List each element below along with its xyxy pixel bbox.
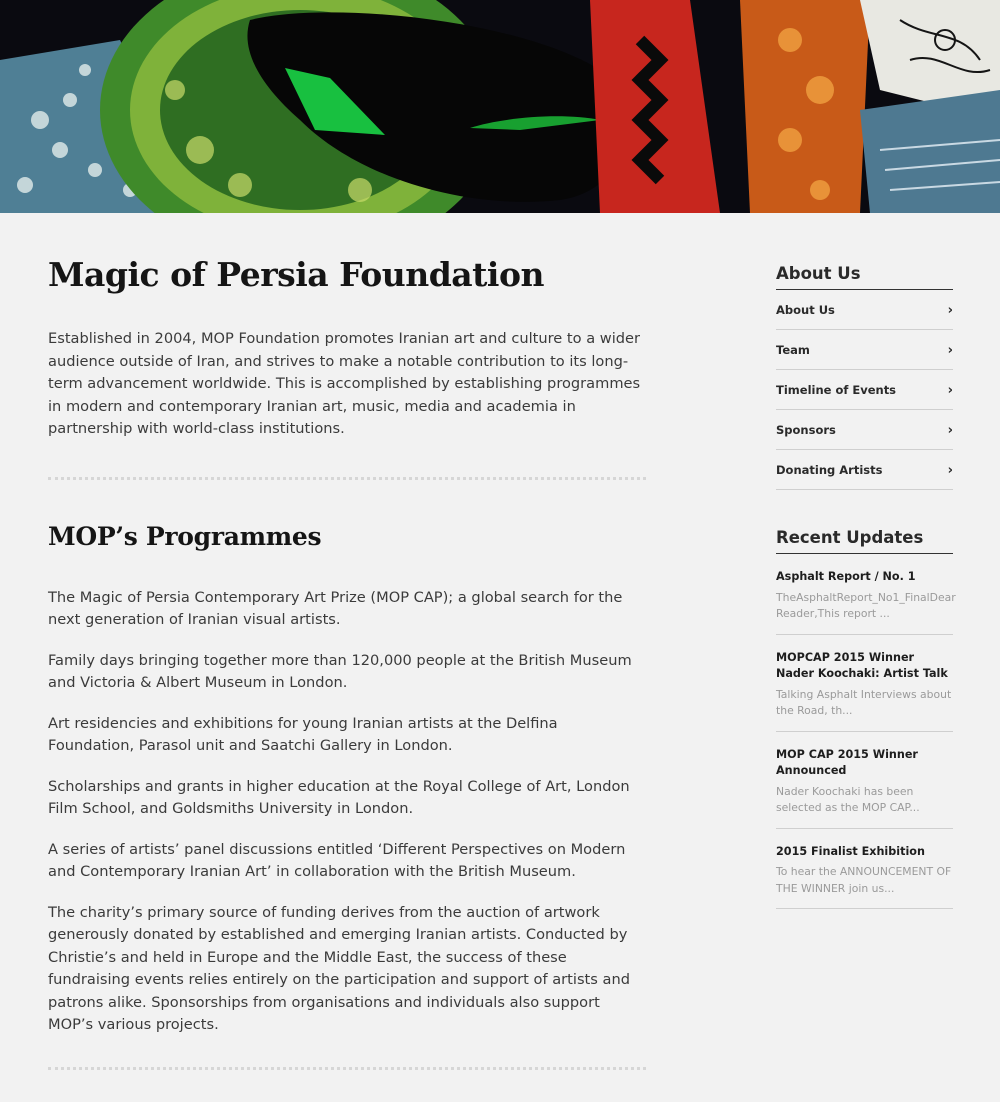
chevron-right-icon: › [947, 343, 953, 358]
page-title: Magic of Persia Foundation [48, 255, 544, 294]
update-title[interactable]: MOP CAP 2015 Winner Announced [776, 747, 953, 780]
hero-banner [0, 0, 1000, 213]
nav-item-team[interactable]: Team › [776, 330, 953, 370]
about-nav: About Us › Team › Timeline of Events › Spon… [776, 290, 953, 490]
sidebar: About Us About Us › Team › Timeline of Eve… [776, 264, 956, 909]
artwork-banner-image [0, 0, 1000, 213]
update-item[interactable]: Asphalt Report / No. 1 TheAsphaltReport_… [776, 554, 956, 635]
update-excerpt: Talking Asphalt Interviews about the Roa… [776, 687, 952, 718]
nav-item-about-us[interactable]: About Us › [776, 290, 953, 330]
update-title[interactable]: 2015 Finalist Exhibition [776, 844, 953, 861]
nav-item-timeline-of-events[interactable]: Timeline of Events › [776, 370, 953, 410]
update-excerpt: Nader Koochaki has been selected as the … [776, 784, 920, 815]
programme-paragraph: Family days bringing together more than … [48, 651, 632, 692]
intro-paragraph: Established in 2004, MOP Foundation prom… [48, 330, 641, 437]
programme-paragraph: Scholarships and grants in higher educat… [48, 777, 630, 818]
main-content: Magic of Persia Foundation Established i… [48, 213, 648, 1070]
nav-item-sponsors[interactable]: Sponsors › [776, 410, 953, 450]
chevron-right-icon: › [947, 383, 953, 398]
nav-item-label: Sponsors [776, 423, 836, 437]
update-excerpt: TheAsphaltReport_No1_FinalDear Reader,Th… [776, 590, 956, 621]
programme-paragraph: Art residencies and exhibitions for youn… [48, 714, 558, 755]
programmes-heading: MOP’s Programmes [48, 521, 322, 551]
chevron-right-icon: › [947, 423, 953, 438]
update-excerpt: To hear the ANNOUNCEMENT OF THE WINNER j… [776, 865, 952, 895]
update-item[interactable]: MOP CAP 2015 Winner Announced Nader Kooc… [776, 732, 953, 829]
programme-paragraph: The Magic of Persia Contemporary Art Pri… [48, 588, 623, 629]
chevron-right-icon: › [947, 303, 953, 318]
recent-updates-heading: Recent Updates [776, 528, 953, 554]
programme-paragraph: The charity’s primary source of funding … [48, 903, 630, 1034]
update-item[interactable]: MOPCAP 2015 Winner Nader Koochaki: Artis… [776, 635, 953, 732]
nav-item-label: Team [776, 343, 810, 357]
programme-paragraph: A series of artists’ panel discussions e… [48, 840, 626, 881]
dotted-divider [48, 476, 646, 480]
about-us-heading: About Us [776, 264, 953, 290]
chevron-right-icon: › [947, 463, 953, 478]
update-title[interactable]: Asphalt Report / No. 1 [776, 569, 953, 586]
nav-item-label: Donating Artists [776, 463, 883, 477]
update-item[interactable]: 2015 Finalist Exhibition To hear the ANN… [776, 829, 953, 909]
update-title[interactable]: MOPCAP 2015 Winner Nader Koochaki: Artis… [776, 650, 953, 683]
nav-item-label: About Us [776, 303, 835, 317]
recent-updates-list: Asphalt Report / No. 1 TheAsphaltReport_… [776, 554, 956, 909]
nav-item-donating-artists[interactable]: Donating Artists › [776, 450, 953, 490]
programmes-list: The Magic of Persia Contemporary Art Pri… [48, 587, 648, 1037]
nav-item-label: Timeline of Events [776, 383, 897, 397]
dotted-divider [48, 1066, 646, 1070]
